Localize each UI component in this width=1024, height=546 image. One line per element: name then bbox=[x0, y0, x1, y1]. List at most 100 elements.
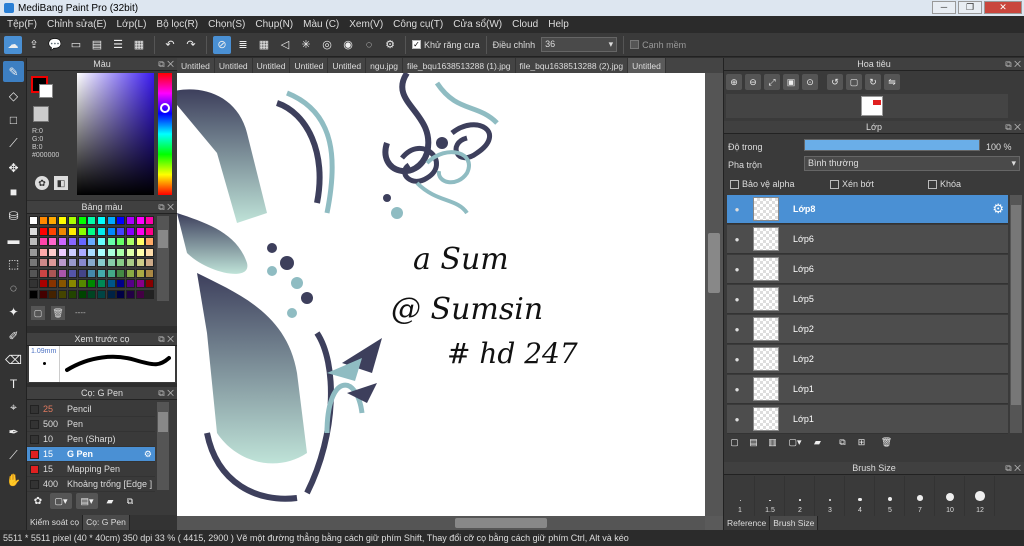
merge-layer-icon[interactable]: ⊞ bbox=[854, 435, 869, 450]
palette-swatch[interactable] bbox=[87, 268, 97, 278]
palette-swatch[interactable] bbox=[58, 226, 68, 236]
transparent-color[interactable] bbox=[33, 106, 49, 122]
palette-swatch[interactable] bbox=[106, 247, 116, 257]
new-halftone-layer-icon[interactable]: ▤ bbox=[746, 435, 761, 450]
brush-size-option[interactable]: 3 bbox=[816, 476, 845, 516]
add-palette-icon[interactable]: ▢ bbox=[31, 306, 45, 320]
brush-menu-icon[interactable]: ▤▾ bbox=[76, 493, 98, 509]
rotate-left-icon[interactable]: ↺ bbox=[827, 74, 843, 90]
panel-options-icon[interactable]: ⧉ ✕ bbox=[1005, 121, 1021, 134]
brush-tool-icon[interactable]: ✎ bbox=[3, 61, 24, 82]
rotate-right-icon[interactable]: ↻ bbox=[865, 74, 881, 90]
list-icon[interactable]: ☰ bbox=[109, 36, 127, 54]
palette-swatch[interactable] bbox=[29, 247, 38, 257]
layer-row[interactable]: ● Lớp6 bbox=[727, 255, 1008, 284]
folder-icon[interactable]: ▰ bbox=[810, 435, 825, 450]
brush-size-option[interactable]: 7 bbox=[906, 476, 935, 516]
menu-snap[interactable]: Chụp(N) bbox=[250, 19, 298, 30]
grid-snap-icon[interactable]: ▦ bbox=[255, 36, 273, 54]
perspective-snap-icon[interactable]: ◁ bbox=[276, 36, 294, 54]
select-pen-icon[interactable]: ✐ bbox=[3, 325, 24, 346]
menu-filter[interactable]: Bộ lọc(R) bbox=[151, 19, 203, 30]
menu-select[interactable]: Chọn(S) bbox=[203, 19, 250, 30]
eyedropper-icon[interactable]: ✒ bbox=[3, 421, 24, 442]
gear-icon[interactable]: ⚙ bbox=[144, 449, 152, 460]
palette-swatch[interactable] bbox=[77, 237, 87, 246]
drawing-canvas[interactable]: a Sum @ Sumsin # hd 247 bbox=[177, 73, 705, 516]
concentric-snap-icon[interactable]: ◎ bbox=[318, 36, 336, 54]
palette-swatch[interactable] bbox=[87, 226, 97, 236]
divide-tool-icon[interactable]: ⌖ bbox=[3, 397, 24, 418]
brush-size-option[interactable]: 1 bbox=[726, 476, 755, 516]
palette-swatch[interactable] bbox=[58, 237, 68, 246]
menu-tools[interactable]: Công cụ(T) bbox=[388, 19, 448, 30]
tab-reference[interactable]: Reference bbox=[724, 516, 771, 530]
palette-swatch[interactable] bbox=[116, 226, 126, 236]
palette-swatch[interactable] bbox=[77, 268, 87, 278]
tablet-icon[interactable]: ▭ bbox=[67, 36, 85, 54]
brush-item-g-pen[interactable]: 15 G Pen ⚙ bbox=[27, 447, 155, 462]
color-mode-icon[interactable]: ◧ bbox=[54, 176, 68, 190]
palette-swatch[interactable] bbox=[38, 279, 48, 288]
palette-swatch[interactable] bbox=[106, 268, 116, 278]
palette-swatch[interactable] bbox=[38, 216, 48, 225]
grid-doc-icon[interactable]: ▦ bbox=[130, 36, 148, 54]
palette-swatch[interactable] bbox=[48, 258, 58, 267]
menu-file[interactable]: Tệp(F) bbox=[2, 19, 42, 30]
fill-tool-icon[interactable]: ■ bbox=[3, 181, 24, 202]
layer-row[interactable]: ● Lớp8 ⚙ bbox=[727, 195, 1008, 224]
tab-untitled-1[interactable]: Untitled bbox=[177, 58, 215, 73]
palette-swatch[interactable] bbox=[87, 258, 97, 267]
parallel-snap-icon[interactable]: ≣ bbox=[234, 36, 252, 54]
palette-swatch[interactable] bbox=[106, 279, 116, 288]
brush-item-pen-sharp[interactable]: 10 Pen (Sharp) bbox=[27, 432, 155, 447]
palette-swatch[interactable] bbox=[77, 279, 87, 288]
palette-swatch[interactable] bbox=[67, 216, 77, 225]
brush-size-option[interactable]: 1.5 bbox=[756, 476, 785, 516]
menu-edit[interactable]: Chỉnh sửa(E) bbox=[42, 19, 112, 30]
canvas-vscroll[interactable] bbox=[705, 73, 723, 516]
palette-swatch[interactable] bbox=[106, 216, 116, 225]
brush-scrollbar[interactable] bbox=[157, 402, 169, 490]
document-icon[interactable]: ▤ bbox=[88, 36, 106, 54]
menu-help[interactable]: Help bbox=[543, 19, 574, 30]
palette-swatch[interactable] bbox=[145, 226, 155, 236]
palette-swatch[interactable] bbox=[96, 247, 106, 257]
palette-swatch[interactable] bbox=[96, 268, 106, 278]
palette-swatch[interactable] bbox=[38, 289, 48, 299]
eye-icon[interactable]: ● bbox=[727, 265, 747, 274]
palette-swatch[interactable] bbox=[145, 216, 155, 225]
palette-swatch[interactable] bbox=[126, 247, 135, 257]
palette-swatch[interactable] bbox=[67, 237, 77, 246]
select-eraser-icon[interactable]: ⌫ bbox=[3, 349, 24, 370]
brush-size-option[interactable]: 10 bbox=[936, 476, 965, 516]
lasso-tool-icon[interactable]: ◌ bbox=[3, 277, 24, 298]
palette-swatch[interactable] bbox=[29, 268, 38, 278]
saturation-value-picker[interactable] bbox=[77, 73, 154, 195]
palette-swatch[interactable] bbox=[145, 279, 155, 288]
palette-swatch[interactable] bbox=[116, 279, 126, 288]
palette-swatch[interactable] bbox=[145, 258, 155, 267]
palette-swatch[interactable] bbox=[77, 226, 87, 236]
palette-swatch[interactable] bbox=[48, 226, 58, 236]
brush-size-option[interactable]: 2 bbox=[786, 476, 815, 516]
tab-file-2[interactable]: file_bqu1638513288 (2).jpg bbox=[516, 58, 629, 73]
palette-swatch[interactable] bbox=[29, 226, 38, 236]
tab-untitled-3[interactable]: Untitled bbox=[253, 58, 291, 73]
palette-swatch[interactable] bbox=[48, 247, 58, 257]
brush-item-pencil[interactable]: 25 Pencil bbox=[27, 402, 155, 417]
palette-swatch[interactable] bbox=[116, 237, 126, 246]
eye-icon[interactable]: ● bbox=[727, 355, 747, 364]
brush-size-list[interactable]: 1 1.5 2 3 4 5 7 10 12 bbox=[726, 476, 1016, 516]
palette-swatch[interactable] bbox=[126, 226, 135, 236]
palette-swatch[interactable] bbox=[135, 258, 145, 267]
curve-snap-icon[interactable]: ◌ bbox=[360, 36, 378, 54]
panel-options-icon[interactable]: ⧉ ✕ bbox=[158, 58, 174, 71]
palette-swatch[interactable] bbox=[77, 258, 87, 267]
canvas-hscroll[interactable] bbox=[177, 516, 705, 530]
palette-swatch[interactable] bbox=[135, 216, 145, 225]
palette-swatch[interactable] bbox=[106, 258, 116, 267]
menu-window[interactable]: Cửa sổ(W) bbox=[448, 19, 507, 30]
palette-swatch[interactable] bbox=[96, 289, 106, 299]
add-layer-menu-icon[interactable]: ▢▾ bbox=[784, 435, 806, 450]
